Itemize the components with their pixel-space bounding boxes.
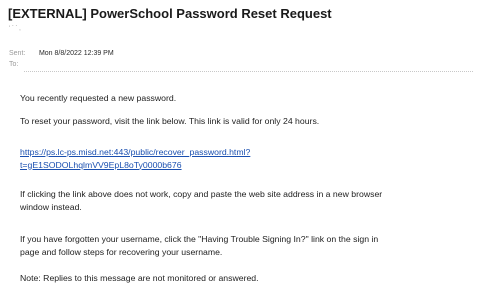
- sent-label: Sent:: [9, 50, 26, 57]
- email-subject: [EXTERNAL] PowerSchool Password Reset Re…: [8, 6, 332, 21]
- forgot-username-line-1: If you have forgotten your username, cli…: [20, 234, 379, 244]
- to-label: To:: [9, 61, 19, 68]
- sent-row: Sent: Mon 8/8/2022 12:39 PM: [9, 50, 114, 57]
- body-paragraph-intro: You recently requested a new password.: [20, 93, 177, 103]
- reset-link-line-1: https://ps.lc-ps.misd.net:443/public/rec…: [20, 147, 251, 157]
- body-paragraph-copy-paste: If clicking the link above does not work…: [20, 188, 476, 213]
- body-paragraph-instructions: To reset your password, visit the link b…: [20, 116, 320, 126]
- body-paragraph-forgot-username: If you have forgotten your username, cli…: [20, 233, 476, 258]
- copy-paste-line-2: window instead.: [20, 201, 82, 212]
- body-paragraph-note: Note: Replies to this message are not mo…: [20, 273, 259, 283]
- reset-password-link[interactable]: https://ps.lc-ps.misd.net:443/public/rec…: [20, 146, 476, 171]
- reset-link-line-2: t=gE1SODOLhqlmVV9EpL8oTy0000b676: [20, 159, 182, 170]
- sent-value: Mon 8/8/2022 12:39 PM: [38, 50, 114, 57]
- sender-name: ' ` ` ,: [9, 26, 21, 32]
- header-divider: [24, 71, 473, 72]
- reset-link-block: https://ps.lc-ps.misd.net:443/public/rec…: [20, 146, 476, 171]
- copy-paste-line-1: If clicking the link above does not work…: [20, 189, 383, 199]
- to-row: To:: [9, 61, 37, 68]
- forgot-username-line-2: page and follow steps for recovering you…: [20, 246, 223, 257]
